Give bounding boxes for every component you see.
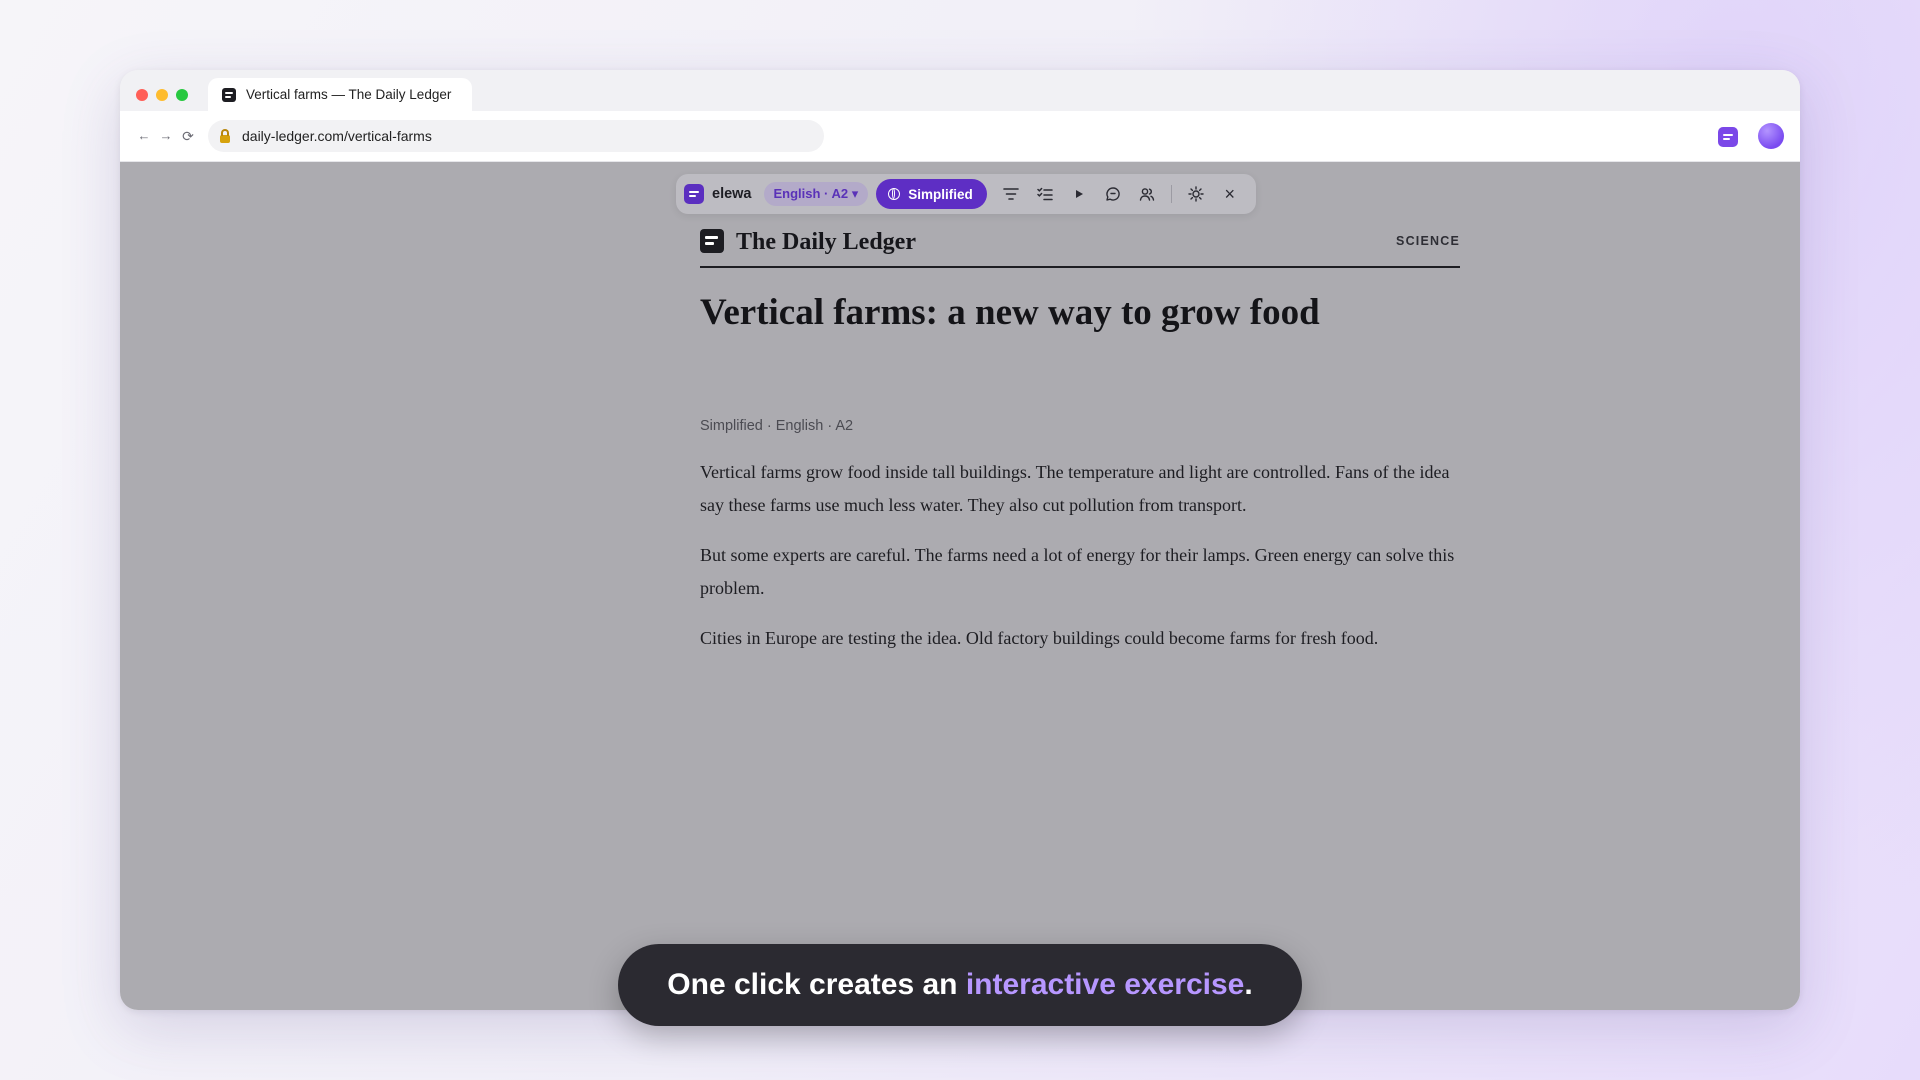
publication-logo-icon	[700, 229, 724, 253]
chat-tool[interactable]	[1103, 184, 1123, 204]
simplified-mode-button[interactable]: Simplified	[876, 179, 987, 209]
masthead: The Daily Ledger SCIENCE	[700, 226, 1460, 268]
close-window-button[interactable]	[136, 89, 148, 101]
caption-highlight: interactive exercise	[965, 968, 1245, 1001]
site-favicon-icon	[222, 87, 236, 102]
toolbar-divider	[1170, 185, 1172, 203]
publication-name: The Daily Ledger	[736, 229, 916, 255]
minimize-window-button[interactable]	[156, 89, 168, 101]
elewa-name: elewa	[712, 186, 752, 202]
filter-icon	[1003, 188, 1019, 200]
users-tool[interactable]	[1137, 184, 1157, 204]
page-viewport: elewa English · A2 ▾ Simplified × The Da…	[120, 162, 1800, 1010]
browser-window: Vertical farms — The Daily Ledger ← → ⟳ …	[120, 70, 1800, 1010]
caption-text-start: One click creates an	[667, 968, 966, 1001]
forward-arrow-icon[interactable]: →	[156, 125, 176, 147]
settings-tool[interactable]	[1186, 184, 1206, 204]
close-toolbar-button[interactable]: ×	[1220, 184, 1240, 204]
checklist-icon	[1037, 187, 1053, 201]
paragraph: Vertical farms grow food inside tall bui…	[700, 462, 1450, 515]
close-icon: ×	[1224, 184, 1236, 204]
caption-text-end: .	[1244, 968, 1253, 1001]
chevron-down-icon: ▾	[851, 186, 859, 201]
play-icon	[1075, 190, 1083, 198]
article-meta: Simplified · English · A2	[700, 418, 854, 434]
language-level-label: English · A2	[773, 186, 849, 201]
paragraph: But some experts are careful. The farms …	[700, 545, 1455, 598]
checklist-tool[interactable]	[1035, 184, 1055, 204]
browser-toolbar: ← → ⟳ daily-ledger.com/vertical-farms	[120, 111, 1800, 162]
elewa-logo-icon	[684, 184, 704, 204]
browser-tab[interactable]: Vertical farms — The Daily Ledger	[208, 78, 472, 111]
users-icon	[1139, 188, 1155, 201]
tab-title: Vertical farms — The Daily Ledger	[246, 87, 452, 102]
tab-bar: Vertical farms — The Daily Ledger	[120, 70, 1800, 111]
reload-icon[interactable]: ⟳	[178, 125, 198, 147]
chat-bubble-icon	[1106, 187, 1120, 201]
extension-icon[interactable]	[1718, 127, 1738, 147]
url-text: daily-ledger.com/vertical-farms	[242, 128, 432, 144]
simplified-mode-label: Simplified	[908, 186, 973, 202]
caption-banner: One click creates an interactive exercis…	[618, 944, 1302, 1026]
article-headline: Vertical farms: a new way to grow food	[700, 292, 1320, 333]
filter-tool[interactable]	[1001, 184, 1021, 204]
play-tool[interactable]	[1069, 184, 1089, 204]
profile-avatar[interactable]	[1758, 123, 1784, 149]
maximize-window-button[interactable]	[176, 89, 188, 101]
elewa-toolbar: elewa English · A2 ▾ Simplified ×	[676, 174, 1256, 214]
back-arrow-icon[interactable]: ←	[134, 125, 154, 147]
sun-settings-icon	[1188, 186, 1204, 202]
address-bar[interactable]: daily-ledger.com/vertical-farms	[208, 120, 824, 152]
article-body: Vertical farms grow food inside tall bui…	[700, 456, 1460, 672]
lock-icon	[220, 128, 230, 143]
paragraph: Cities in Europe are testing the idea. O…	[700, 628, 1379, 648]
section-label[interactable]: SCIENCE	[1396, 234, 1460, 248]
globe-icon	[888, 188, 901, 200]
language-level-dropdown[interactable]: English · A2 ▾	[763, 182, 869, 206]
